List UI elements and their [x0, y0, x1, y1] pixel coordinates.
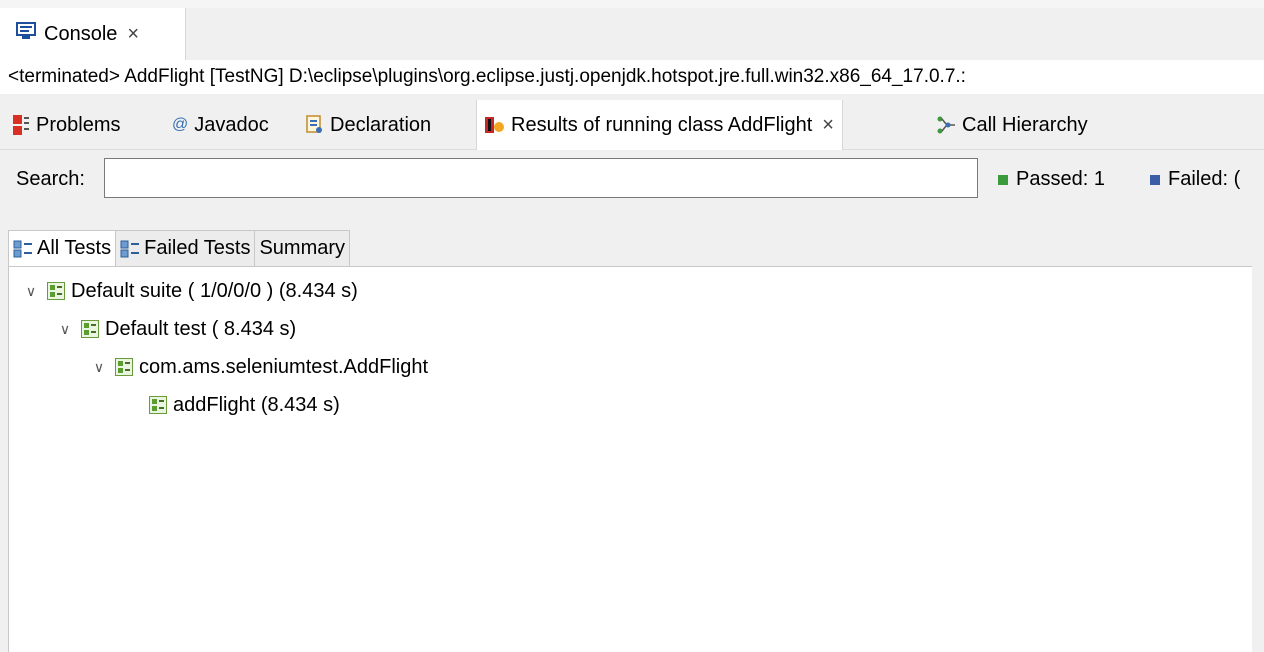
call-hierarchy-icon	[936, 115, 956, 135]
tab-javadoc-label: Javadoc	[194, 113, 269, 136]
subtab-failed-tests-label: Failed Tests	[144, 237, 251, 259]
tree-node-label: com.ams.seleniumtest.AddFlight	[139, 355, 429, 378]
search-input[interactable]	[104, 158, 978, 198]
tests-tree-icon	[120, 240, 140, 258]
subtab-all-tests[interactable]: All Tests	[8, 230, 117, 266]
tab-results-label: Results of running class AddFlight	[511, 113, 813, 136]
tab-call-hierarchy-label: Call Hierarchy	[962, 113, 1088, 136]
chevron-down-icon[interactable]: ∨	[21, 283, 41, 300]
tab-problems-label: Problems	[36, 113, 121, 136]
subtab-summary-label: Summary	[259, 237, 346, 259]
passed-icon	[998, 174, 1008, 185]
tree-node-label: Default suite ( 1/0/0/0 ) (8.434 s)	[71, 279, 358, 302]
close-icon[interactable]: ×	[822, 114, 834, 137]
problems-icon	[12, 114, 30, 136]
passed-label: Passed: 1	[1016, 168, 1105, 190]
tab-declaration[interactable]: Declaration	[306, 100, 431, 150]
console-tab-label: Console	[44, 22, 118, 45]
tree-node-label: addFlight (8.434 s)	[173, 393, 340, 416]
chevron-down-icon[interactable]: ∨	[89, 359, 109, 376]
subtab-summary[interactable]: Summary	[254, 230, 351, 266]
results-panel: Search: Passed: 1 Failed: ( All Tests Fa…	[0, 150, 1252, 652]
passed-count: Passed: 1	[998, 168, 1105, 191]
failed-icon	[1150, 174, 1160, 185]
subtab-failed-tests[interactable]: Failed Tests	[115, 230, 256, 266]
tab-results-addflight[interactable]: Results of running class AddFlight ×	[476, 100, 843, 150]
tree-node-suite[interactable]: ∨ Default suite ( 1/0/0/0 ) (8.434 s)	[21, 273, 358, 309]
tree-node-method[interactable]: addFlight (8.434 s)	[149, 387, 340, 423]
console-tab-row	[0, 8, 1264, 60]
tests-tree-icon	[13, 240, 33, 258]
test-pass-icon	[81, 320, 99, 338]
tab-call-hierarchy[interactable]: Call Hierarchy	[936, 100, 1088, 150]
close-icon[interactable]: ×	[127, 23, 139, 46]
eclipse-window: Console × <terminated> AddFlight [TestNG…	[0, 0, 1264, 652]
subtab-all-tests-label: All Tests	[37, 237, 112, 259]
result-subtabs: All Tests Failed Tests Summary	[8, 230, 351, 266]
testng-icon	[485, 115, 505, 135]
search-label: Search:	[16, 168, 85, 190]
tab-javadoc[interactable]: @ Javadoc	[172, 100, 269, 150]
declaration-icon	[306, 115, 324, 135]
views-tab-row: Problems @ Javadoc Declaration Results o…	[0, 100, 1264, 150]
console-tab[interactable]: Console ×	[0, 8, 186, 60]
console-status-line: <terminated> AddFlight [TestNG] D:\eclip…	[0, 60, 1264, 94]
test-pass-icon	[47, 282, 65, 300]
test-pass-icon	[149, 396, 167, 414]
failed-label: Failed: (	[1168, 168, 1241, 190]
javadoc-at-icon: @	[172, 116, 189, 133]
tree-node-test[interactable]: ∨ Default test ( 8.434 s)	[55, 311, 296, 347]
failed-count: Failed: (	[1150, 168, 1240, 191]
top-strip	[0, 0, 1264, 8]
test-pass-icon	[115, 358, 133, 376]
tree-node-class[interactable]: ∨ com.ams.seleniumtest.AddFlight	[89, 349, 428, 385]
right-edge	[1252, 150, 1264, 652]
console-monitor-icon	[16, 22, 36, 46]
tab-problems[interactable]: Problems	[12, 100, 120, 150]
chevron-down-icon[interactable]: ∨	[55, 321, 75, 338]
test-results-tree: ∨ Default suite ( 1/0/0/0 ) (8.434 s) ∨	[8, 266, 1252, 652]
tab-declaration-label: Declaration	[330, 113, 432, 136]
tree-node-label: Default test ( 8.434 s)	[105, 317, 297, 340]
